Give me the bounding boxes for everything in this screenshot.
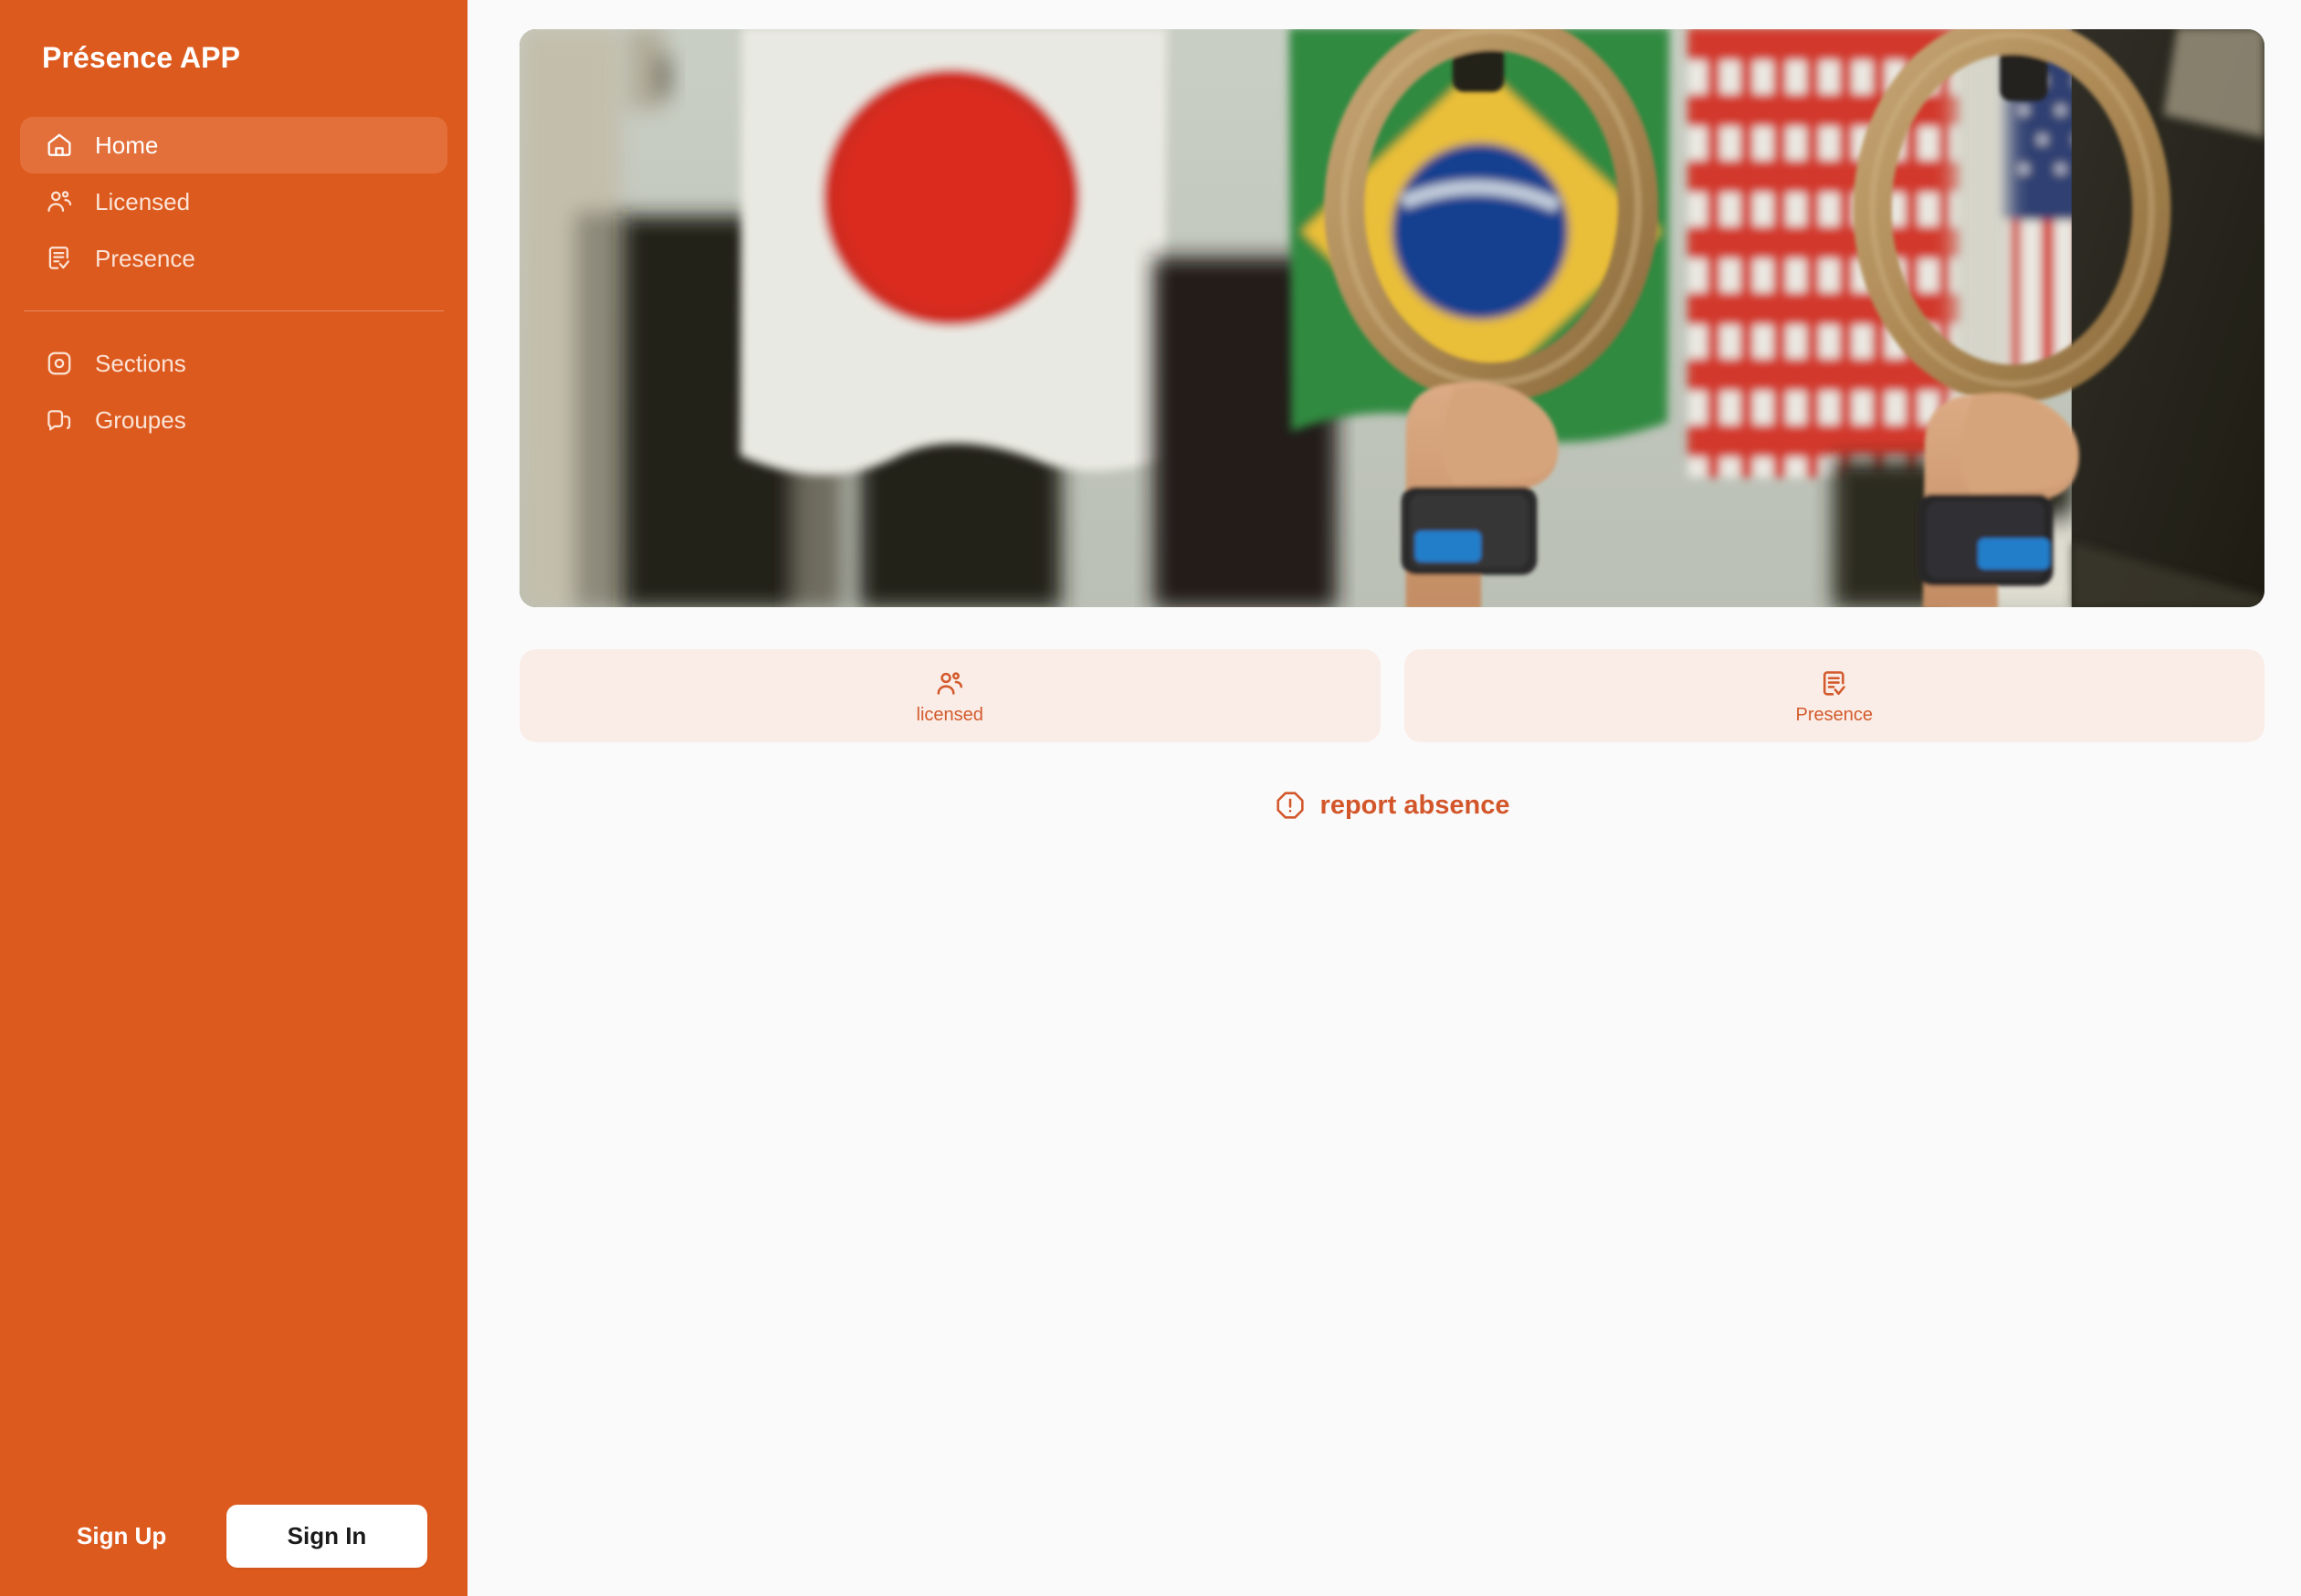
sidebar-item-licensed[interactable]: Licensed	[20, 173, 447, 230]
action-card-presence[interactable]: Presence	[1403, 649, 2264, 742]
sign-up-button[interactable]: Sign Up	[77, 1522, 166, 1550]
sidebar: Présence APP Home Licensed Presence Sect…	[0, 0, 468, 1596]
report-absence-label: report absence	[1319, 790, 1510, 820]
alert-octagon-icon	[1275, 790, 1306, 821]
chat-bubbles-icon	[44, 404, 75, 436]
sidebar-item-home[interactable]: Home	[20, 117, 447, 174]
document-check-icon	[1819, 668, 1850, 699]
sidebar-item-label: Home	[95, 131, 159, 160]
app-title: Présence APP	[42, 41, 241, 74]
sidebar-item-sections[interactable]: Sections	[20, 335, 447, 392]
main-content: licensed Presence report absence	[468, 0, 2301, 1596]
action-card-licensed[interactable]: licensed	[520, 649, 1381, 742]
sidebar-item-presence[interactable]: Presence	[20, 230, 447, 287]
sidebar-item-label: Groupes	[95, 406, 186, 435]
hero-image	[520, 29, 2264, 607]
users-icon	[44, 186, 75, 217]
home-icon	[44, 130, 75, 161]
sidebar-item-label: Presence	[95, 245, 195, 273]
sidebar-item-label: Sections	[95, 350, 186, 378]
sidebar-nav-secondary: Sections Groupes	[0, 335, 468, 448]
sign-in-button[interactable]: Sign In	[226, 1504, 427, 1568]
hero-illustration	[520, 29, 2264, 607]
sidebar-nav-primary: Home Licensed Presence	[0, 117, 468, 287]
aperture-icon	[44, 348, 75, 379]
sidebar-divider	[24, 310, 444, 312]
document-check-icon	[44, 243, 75, 274]
action-card-label: Presence	[1795, 704, 1874, 725]
action-card-row: licensed Presence	[520, 649, 2264, 742]
users-icon	[934, 668, 965, 699]
app-root: Présence APP Home Licensed Presence Sect…	[0, 0, 2301, 1596]
report-absence-button[interactable]: report absence	[520, 790, 2264, 821]
action-card-label: licensed	[916, 704, 983, 725]
sidebar-item-groupes[interactable]: Groupes	[20, 392, 447, 448]
sidebar-footer: Sign Up Sign In	[0, 1475, 468, 1596]
sidebar-item-label: Licensed	[95, 188, 191, 216]
